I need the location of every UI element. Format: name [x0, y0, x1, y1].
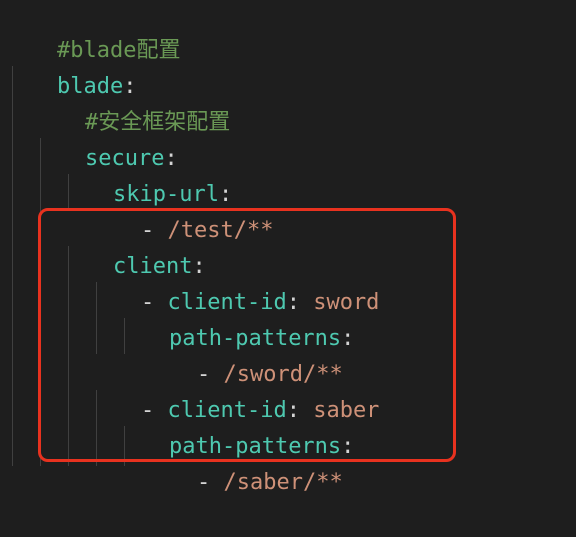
code-line-2: blade:: [4, 33, 136, 99]
code-line-5: skip-url:: [60, 141, 232, 207]
code-line-1: #blade配置: [4, 0, 180, 63]
code-line-3: #安全框架配置: [32, 69, 230, 135]
list-dash: -: [196, 470, 224, 495]
code-editor[interactable]: #blade配置 blade: #安全框架配置 secure: skip-url…: [0, 0, 576, 495]
yaml-value: /saber/**: [223, 470, 343, 495]
code-line-4: secure:: [32, 105, 178, 171]
highlight-annotation-box: [38, 208, 456, 462]
